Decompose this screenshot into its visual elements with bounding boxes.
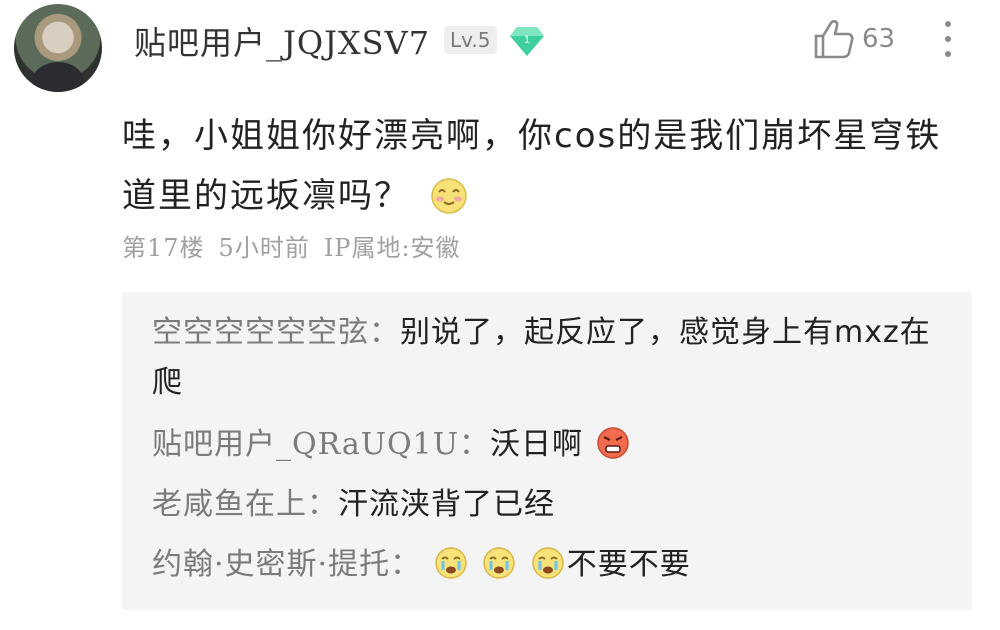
crying-face-emoji: [483, 547, 515, 579]
post-time: 5小时前: [218, 234, 310, 262]
angry-face-emoji: [596, 427, 629, 459]
reply-item[interactable]: 空空空空空空弦：别说了，起反应了，感觉身上有mxz在爬: [152, 308, 952, 408]
crying-face-emoji: [531, 547, 564, 579]
more-vertical-icon[interactable]: [940, 18, 956, 62]
floor-number: 第17楼: [122, 234, 205, 262]
reply-author[interactable]: 贴吧用户_QRaUQ1U：: [152, 427, 490, 462]
reply-item[interactable]: 老咸鱼在上：汗流浃背了已经: [152, 480, 952, 530]
gem-badge-number: 1: [524, 34, 530, 46]
comment-text-body: 哇，小姐姐你好漂亮啊，你cos的是我们崩坏星穹铁道里的远坂凛吗？: [122, 116, 942, 216]
reply-list: 空空空空空空弦：别说了，起反应了，感觉身上有mxz在爬 贴吧用户_QRaUQ1U…: [122, 292, 972, 610]
comment-text: 哇，小姐姐你好漂亮啊，你cos的是我们崩坏星穹铁道里的远坂凛吗？: [122, 106, 972, 226]
comment-meta: 第17楼 5小时前 IP属地:安徽: [122, 228, 475, 263]
crying-face-emoji: [434, 547, 467, 579]
gem-badge-icon: 1: [510, 27, 544, 56]
reply-author[interactable]: 约翰·史密斯·提托：: [152, 547, 421, 582]
reply-author[interactable]: 空空空空空空弦：: [152, 315, 400, 350]
level-badge: Lv.5: [444, 26, 497, 54]
like-count: 63: [862, 24, 896, 54]
reply-text: 汗流浃背了已经: [338, 487, 555, 522]
ip-location: IP属地:安徽: [323, 234, 461, 262]
blush-face-emoji: [431, 178, 467, 214]
thumbs-up-icon[interactable]: [812, 18, 856, 60]
comment-username[interactable]: 贴吧用户_JQJXSV7: [134, 18, 430, 64]
reply-item[interactable]: 约翰·史密斯·提托： 不要不要: [152, 540, 952, 590]
reply-text: 沃日啊: [490, 427, 584, 462]
reply-text: 不要不要: [566, 547, 691, 582]
reply-author[interactable]: 老咸鱼在上：: [152, 487, 338, 522]
user-avatar[interactable]: [14, 4, 102, 92]
reply-item[interactable]: 贴吧用户_QRaUQ1U：沃日啊: [152, 420, 952, 470]
